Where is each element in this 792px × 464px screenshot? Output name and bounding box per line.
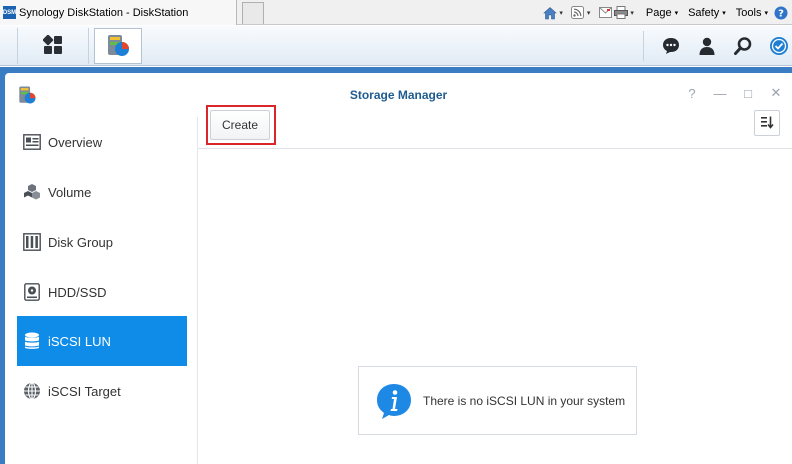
page-menu[interactable]: Page ▾ (646, 7, 678, 19)
tools-menu[interactable]: Tools ▾ (736, 7, 768, 19)
dsm-favicon-icon: DSM (3, 6, 16, 19)
empty-state-text: There is no iSCSI LUN in your system (423, 393, 626, 408)
minimize-button[interactable]: — (714, 86, 727, 101)
safety-menu[interactable]: Safety ▾ (688, 7, 726, 19)
iscsi-target-icon (22, 381, 42, 401)
search-icon[interactable] (732, 35, 754, 57)
feed-dropdown-arrow[interactable]: ▾ (587, 9, 591, 17)
tools-menu-caret: ▾ (764, 9, 768, 17)
empty-state-message-box: There is no iSCSI LUN in your system (358, 366, 637, 435)
sidebar-item-hdd-ssd[interactable]: HDD/SSD (17, 267, 187, 317)
help-button[interactable]: ? (686, 86, 698, 101)
info-icon (375, 382, 413, 420)
sidebar: Overview Volume Disk Group HDD/SSD iSCSI… (5, 117, 198, 464)
close-button[interactable]: ✕ (770, 85, 782, 100)
safety-menu-caret: ▾ (722, 9, 726, 17)
volume-icon (22, 182, 42, 202)
mail-icon[interactable] (598, 6, 612, 20)
sidebar-item-iscsi-target[interactable]: iSCSI Target (17, 366, 187, 416)
storage-manager-window: Storage Manager ? — □ ✕ Overview Volume … (5, 73, 792, 464)
window-title: Storage Manager (349, 88, 448, 102)
storage-manager-taskbar-button[interactable] (94, 28, 142, 64)
sidebar-item-label: Volume (48, 184, 92, 200)
window-title-bar[interactable]: Storage Manager ? — □ ✕ (5, 73, 792, 117)
browser-tab[interactable]: DSM Synology DiskStation - DiskStation (0, 0, 237, 25)
help-icon[interactable]: ? (774, 6, 788, 20)
sidebar-item-disk-group[interactable]: Disk Group (17, 217, 187, 267)
sidebar-item-label: HDD/SSD (48, 284, 107, 300)
svg-text:?: ? (778, 8, 784, 19)
sidebar-item-label: Disk Group (48, 234, 114, 250)
main-menu-button[interactable] (17, 28, 89, 64)
create-button[interactable]: Create (210, 110, 270, 140)
disk-group-icon (22, 232, 42, 252)
page-menu-caret: ▾ (674, 9, 679, 17)
page-menu-label: Page (645, 6, 672, 19)
sidebar-item-overview[interactable]: Overview (17, 117, 187, 167)
sidebar-item-volume[interactable]: Volume (17, 167, 187, 217)
notifications-icon[interactable] (660, 35, 682, 57)
storage-manager-taskbar-icon (105, 32, 131, 61)
widgets-icon[interactable] (768, 35, 790, 57)
sort-button[interactable] (754, 110, 780, 136)
toolbar: Create (198, 105, 792, 149)
tools-menu-label: Tools (735, 6, 762, 19)
home-dropdown-arrow[interactable]: ▾ (559, 9, 563, 17)
main-menu-icon (42, 34, 63, 58)
sidebar-item-label: iSCSI LUN (48, 333, 111, 349)
sort-icon (760, 115, 774, 132)
print-icon[interactable] (614, 6, 629, 20)
taskbar-system-tray (643, 26, 792, 66)
maximize-button[interactable]: □ (742, 86, 754, 101)
browser-toolbar: DSM Synology DiskStation - DiskStation ▾… (0, 0, 792, 25)
overview-icon (22, 132, 42, 152)
browser-command-bar: ▾ ▾ ▾ Page ▾ Safety ▾ Tools ▾ ? (543, 0, 792, 25)
user-icon[interactable] (696, 35, 718, 57)
safety-menu-label: Safety (688, 6, 720, 19)
sidebar-item-iscsi-lun[interactable]: iSCSI LUN (17, 316, 187, 366)
sidebar-item-label: iSCSI Target (48, 383, 121, 399)
window-controls: ? — □ ✕ (686, 85, 782, 101)
rss-feed-icon[interactable] (571, 6, 585, 20)
browser-tab-title: Synology DiskStation - DiskStation (19, 6, 189, 19)
main-content: Create There is no iSCSI LUN in your sys… (198, 105, 792, 464)
tray-divider (643, 31, 644, 61)
home-icon[interactable] (543, 6, 558, 20)
new-tab-button[interactable] (242, 2, 264, 24)
hdd-icon (22, 282, 42, 302)
print-dropdown-arrow[interactable]: ▾ (630, 9, 634, 17)
dsm-taskbar (0, 26, 792, 66)
sidebar-item-label: Overview (48, 134, 103, 150)
iscsi-lun-icon (22, 331, 42, 351)
